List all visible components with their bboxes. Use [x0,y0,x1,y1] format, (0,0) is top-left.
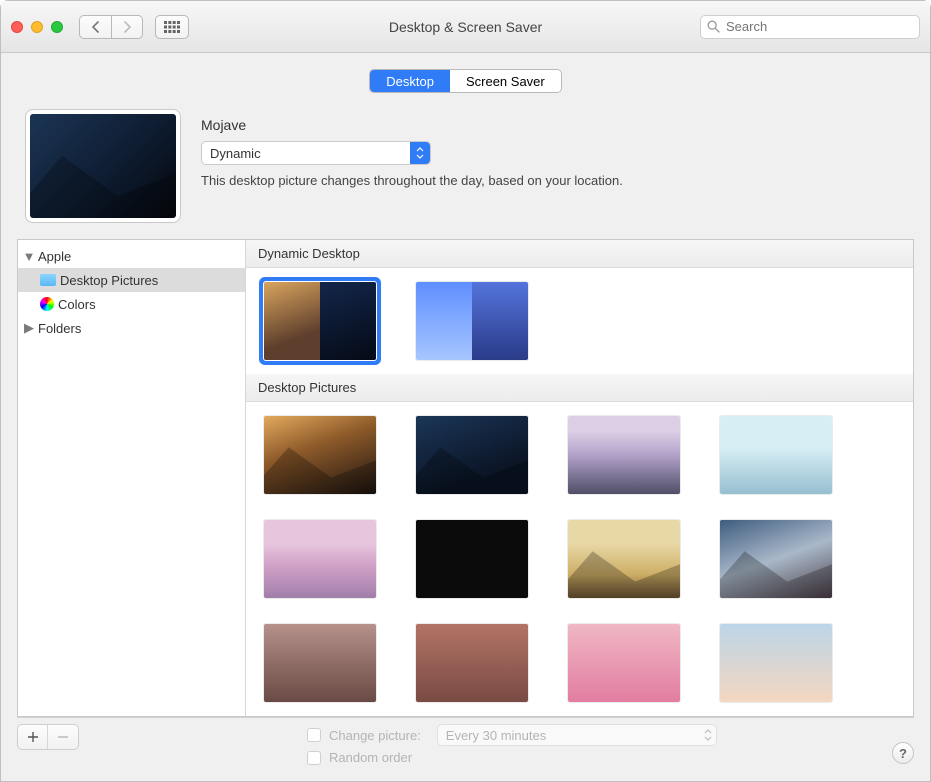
picture-thumb[interactable] [568,624,680,702]
plus-icon [27,731,39,743]
color-wheel-icon [40,297,54,311]
source-list: ▼ Apple Desktop Pictures Colors ▶ Folder… [18,240,246,716]
main-panel: ▼ Apple Desktop Pictures Colors ▶ Folder… [17,239,914,717]
tree-group-label: Apple [38,249,71,264]
wallpaper-gallery[interactable]: Dynamic Desktop Desktop Pictures [246,240,913,716]
add-remove-controls [17,724,79,750]
prefs-window: Desktop & Screen Saver Desktop Screen Sa… [0,0,931,782]
picture-thumb[interactable] [264,520,376,598]
tree-group-folders[interactable]: ▶ Folders [18,316,245,340]
folder-icon [40,274,56,286]
add-folder-button[interactable] [18,725,48,749]
back-button[interactable] [79,15,111,39]
dynamic-thumb-mojave[interactable] [264,282,376,360]
window-controls [11,21,63,33]
picture-thumb[interactable] [568,520,680,598]
wallpaper-description: This desktop picture changes throughout … [201,173,914,188]
wallpaper-name: Mojave [201,117,914,133]
section-dynamic-desktop: Dynamic Desktop [246,240,913,268]
body: Desktop Screen Saver Mojave Dynamic This… [1,53,930,781]
forward-button[interactable] [111,15,143,39]
change-picture-checkbox[interactable] [307,728,321,742]
tab-screensaver[interactable]: Screen Saver [450,70,561,92]
minus-icon [57,731,69,743]
picture-thumb[interactable] [720,624,832,702]
wallpaper-mode-value: Dynamic [210,146,261,161]
tree-item-colors[interactable]: Colors [18,292,245,316]
tab-desktop[interactable]: Desktop [370,70,450,92]
close-button[interactable] [11,21,23,33]
picture-thumb[interactable] [264,416,376,494]
disclosure-triangle-down-icon[interactable]: ▼ [24,249,34,264]
chevron-right-icon [123,21,132,33]
grid-icon [164,21,180,33]
footer-options: Change picture: Every 30 minutes Random … [307,724,717,765]
remove-folder-button[interactable] [48,725,78,749]
stepper-arrows-icon [410,142,430,164]
minimize-button[interactable] [31,21,43,33]
source-tree: ▼ Apple Desktop Pictures Colors ▶ Folder… [18,240,245,716]
search-input[interactable] [726,19,913,34]
footer: Change picture: Every 30 minutes Random … [17,717,914,765]
search-icon [707,20,720,33]
wallpaper-mode-select[interactable]: Dynamic [201,141,431,165]
tree-group-apple[interactable]: ▼ Apple [18,244,245,268]
current-wallpaper-row: Mojave Dynamic This desktop picture chan… [17,109,914,223]
picture-thumb[interactable] [264,624,376,702]
picture-thumb[interactable] [568,416,680,494]
tree-group-label: Folders [38,321,81,336]
random-order-checkbox[interactable] [307,751,321,765]
section-desktop-pictures: Desktop Pictures [246,374,913,402]
tab-switcher: Desktop Screen Saver [369,69,561,93]
maximize-button[interactable] [51,21,63,33]
help-icon: ? [899,746,907,761]
titlebar: Desktop & Screen Saver [1,1,930,53]
chevron-left-icon [91,21,100,33]
picture-thumb[interactable] [720,520,832,598]
search-field[interactable] [700,15,920,39]
nav-buttons [79,15,143,39]
picture-thumb[interactable] [720,416,832,494]
random-order-label: Random order [329,750,412,765]
disclosure-triangle-right-icon[interactable]: ▶ [24,320,34,336]
show-all-button[interactable] [155,15,189,39]
picture-thumb[interactable] [416,416,528,494]
help-button[interactable]: ? [892,742,914,764]
change-interval-value: Every 30 minutes [446,728,546,743]
tree-item-desktop-pictures[interactable]: Desktop Pictures [18,268,245,292]
tree-item-label: Desktop Pictures [60,273,158,288]
change-picture-label: Change picture: [329,728,421,743]
tree-item-label: Colors [58,297,96,312]
picture-thumb[interactable] [416,520,528,598]
dynamic-thumb-solar[interactable] [416,282,528,360]
change-interval-select[interactable]: Every 30 minutes [437,724,717,746]
current-wallpaper-preview [25,109,181,223]
stepper-arrows-icon [704,728,712,742]
wallpaper-image [30,114,176,218]
picture-thumb[interactable] [416,624,528,702]
